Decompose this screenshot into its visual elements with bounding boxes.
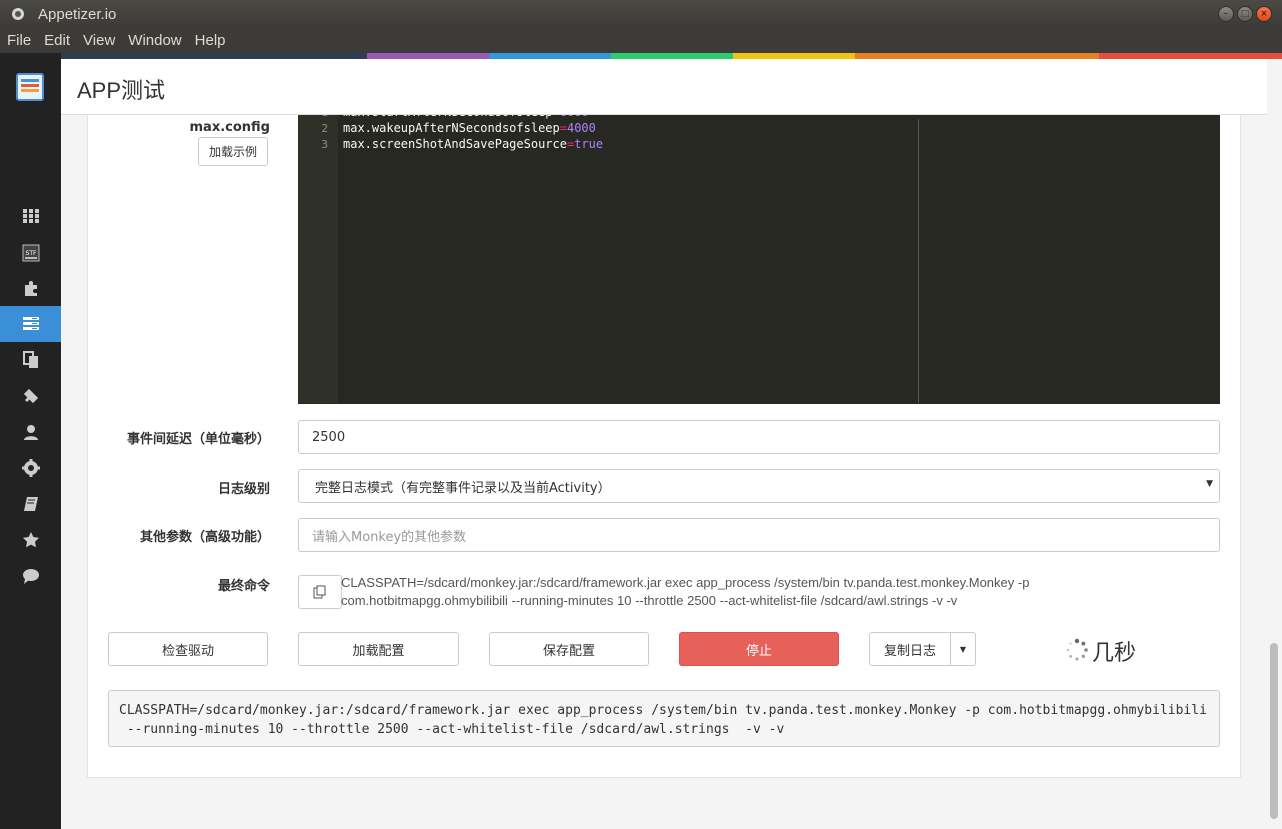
- check-driver-button[interactable]: 检查驱动: [108, 632, 268, 666]
- config-editor[interactable]: 1 2 3 max.startAfterNSecondsofsleep=6000…: [298, 107, 1220, 404]
- line-number: 3: [321, 138, 328, 151]
- log-level-select[interactable]: 完整日志模式（有完整事件记录以及当前Activity） ▼: [298, 469, 1220, 503]
- user-icon[interactable]: [0, 414, 61, 450]
- star-icon[interactable]: [0, 522, 61, 558]
- page-title: APP测试: [77, 78, 166, 103]
- elapsed-time: 几秒: [1092, 641, 1137, 666]
- sidebar: STF: [0, 53, 61, 829]
- load-example-button[interactable]: 加载示例: [198, 137, 268, 166]
- copy-icon: [313, 585, 326, 599]
- list-icon[interactable]: [0, 306, 61, 342]
- caret-down-icon: ▼: [1206, 479, 1213, 489]
- print-margin: [918, 119, 919, 403]
- other-params-input[interactable]: 请输入Monkey的其他参数: [298, 518, 1220, 552]
- menu-window[interactable]: Window: [128, 32, 181, 49]
- command-output: CLASSPATH=/sdcard/monkey.jar:/sdcard/fra…: [108, 690, 1220, 747]
- menu-file[interactable]: File: [7, 32, 31, 49]
- window-controls: – □ ×: [1218, 6, 1272, 22]
- delay-input[interactable]: 2500: [298, 420, 1220, 454]
- plug-icon[interactable]: [0, 378, 61, 414]
- final-command-label: 最终命令: [217, 579, 270, 594]
- stop-button[interactable]: 停止: [679, 632, 839, 666]
- close-button[interactable]: ×: [1256, 6, 1272, 22]
- book-icon[interactable]: [0, 486, 61, 522]
- load-config-button[interactable]: 加载配置: [298, 632, 459, 666]
- main-content: APP测试 max.config 加载示例 1 2 3 max.startAft…: [61, 53, 1282, 829]
- grid-icon[interactable]: [0, 198, 61, 234]
- caret-down-icon: ▼: [959, 644, 967, 654]
- loading-spinner-icon: [1066, 638, 1088, 661]
- copy-log-button[interactable]: 复制日志: [869, 632, 951, 666]
- menu-view[interactable]: View: [83, 32, 115, 49]
- output-line: CLASSPATH=/sdcard/monkey.jar:/sdcard/fra…: [119, 703, 1207, 718]
- gear-icon[interactable]: [0, 450, 61, 486]
- svg-text:STF: STF: [25, 250, 36, 257]
- page-header: APP测试: [61, 59, 1267, 115]
- code-line: max.wakeupAfterNSecondsofsleep=4000: [343, 121, 596, 135]
- config-label: max.config: [189, 120, 270, 135]
- maximize-button[interactable]: □: [1237, 6, 1253, 22]
- appetizer-logo[interactable]: [16, 73, 44, 101]
- final-command-text: CLASSPATH=/sdcard/monkey.jar:/sdcard/fra…: [341, 575, 1030, 608]
- test-config-panel: max.config 加载示例 1 2 3 max.startAfterNSec…: [87, 93, 1241, 778]
- save-config-button[interactable]: 保存配置: [489, 632, 649, 666]
- log-level-value: 完整日志模式（有完整事件记录以及当前Activity）: [315, 480, 611, 496]
- stf-icon[interactable]: STF: [0, 235, 61, 271]
- title-bar: Appetizer.io – □ ×: [0, 0, 1282, 28]
- scrollbar-thumb[interactable]: [1270, 643, 1278, 819]
- window-title: Appetizer.io: [38, 5, 117, 23]
- delay-label: 事件间延迟（单位毫秒）: [126, 432, 270, 447]
- copy-log-dropdown[interactable]: ▼: [950, 632, 976, 666]
- app-icon: [12, 8, 24, 20]
- menu-bar: File Edit View Window Help: [0, 28, 1282, 53]
- code-line: max.screenShotAndSavePageSource=true: [343, 137, 604, 151]
- output-line: --running-minutes 10 --throttle 2500 --a…: [119, 722, 785, 737]
- editor-gutter: [298, 107, 338, 403]
- menu-help[interactable]: Help: [195, 32, 226, 49]
- puzzle-icon[interactable]: [0, 270, 61, 306]
- other-params-label: 其他参数（高级功能）: [139, 530, 270, 545]
- menu-edit[interactable]: Edit: [44, 32, 70, 49]
- minimize-button[interactable]: –: [1218, 6, 1234, 22]
- chat-icon[interactable]: [0, 558, 61, 594]
- scrollbar[interactable]: [1267, 59, 1282, 829]
- line-number: 2: [321, 122, 328, 135]
- copy-icon[interactable]: [0, 342, 61, 378]
- copy-command-button[interactable]: [298, 575, 342, 609]
- log-level-label: 日志级别: [217, 482, 270, 497]
